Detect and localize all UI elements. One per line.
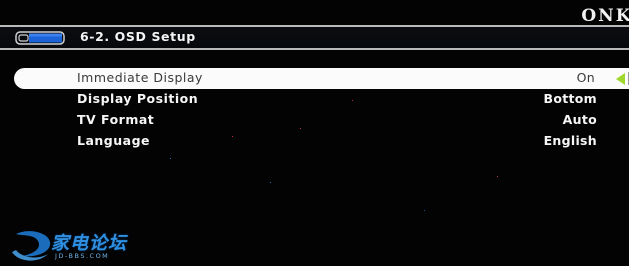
screen-noise (497, 176, 498, 177)
screen-noise (270, 182, 271, 183)
menu-item-label: Language (77, 133, 151, 148)
screen-noise (352, 100, 353, 101)
brand-logo: ONKYO (581, 6, 629, 26)
osd-screen: ONKYO 6-2. OSD Setup Immediate Display O… (0, 0, 629, 266)
menu-item-label: Immediate Display (77, 70, 203, 85)
tv-monitor-icon (15, 31, 65, 45)
left-arrow-icon[interactable] (616, 73, 625, 85)
menu-item-value: On (576, 70, 595, 85)
menu-item-label: Display Position (77, 91, 199, 106)
menu-item-value: Auto (562, 112, 597, 127)
watermark-url: JD-BBS.COM (55, 252, 110, 260)
menu-item-label: TV Format (77, 112, 155, 127)
page-title: 6-2. OSD Setup (80, 29, 196, 44)
menu-item-tv-format[interactable]: TV Format Auto (14, 110, 629, 131)
screen-noise (232, 136, 233, 137)
menu-item-value: English (543, 133, 597, 148)
menu-item-display-position[interactable]: Display Position Bottom (14, 89, 629, 110)
screen-noise (170, 158, 171, 159)
screen-noise (424, 210, 425, 211)
osd-menu: Immediate Display On Display Position Bo… (14, 68, 629, 152)
screen-noise (300, 128, 301, 129)
menu-item-immediate-display[interactable]: Immediate Display On (14, 68, 629, 89)
menu-item-language[interactable]: Language English (14, 131, 629, 152)
menu-item-value: Bottom (543, 91, 597, 106)
